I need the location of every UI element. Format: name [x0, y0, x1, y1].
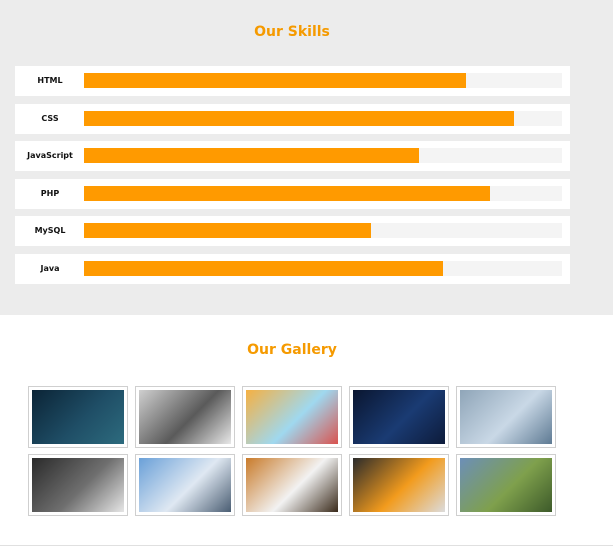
skill-progress-track	[84, 261, 562, 276]
open-book-photo	[246, 458, 338, 512]
skills-title: Our Skills	[254, 24, 330, 40]
gallery-thumbnail[interactable]	[349, 386, 449, 448]
skills-section: Our Skills HTML CSS JavaScript PHP MySQL Java	[0, 0, 613, 315]
skill-label: CSS	[41, 114, 59, 123]
skill-label: PHP	[40, 189, 60, 198]
green-valley-mountains-photo	[460, 458, 552, 512]
skill-progress-bar	[84, 223, 371, 238]
gallery-thumbnail[interactable]	[242, 454, 342, 516]
skill-progress-bar	[84, 111, 515, 126]
skill-progress-bar	[84, 148, 419, 163]
skill-row: PHP	[15, 179, 570, 209]
skill-row: JavaScript	[15, 141, 570, 171]
colored-pencils-photo	[246, 390, 338, 444]
gallery-thumbnail[interactable]	[349, 454, 449, 516]
skill-label: HTML	[37, 76, 63, 85]
agency-brochure-photo	[353, 458, 445, 512]
skill-row: HTML	[15, 66, 570, 96]
server-rack-photo	[32, 458, 124, 512]
skill-progress-track	[84, 73, 562, 88]
gallery-thumbnail[interactable]	[135, 386, 235, 448]
skill-progress-bar	[84, 186, 491, 201]
gallery-title: Our Gallery	[247, 342, 337, 358]
laptop-photo	[32, 390, 124, 444]
brochure-spread-photo	[139, 390, 231, 444]
gallery-thumbnail[interactable]	[456, 386, 556, 448]
skill-progress-track	[84, 111, 562, 126]
skill-progress-track	[84, 186, 562, 201]
gallery-thumbnail[interactable]	[135, 454, 235, 516]
skill-row: CSS	[15, 104, 570, 134]
cloud-network-photo	[460, 390, 552, 444]
skill-progress-track	[84, 148, 562, 163]
skill-row: MySQL	[15, 216, 570, 246]
skill-row: Java	[15, 254, 570, 284]
server-room-person-photo	[353, 390, 445, 444]
skill-progress-bar	[84, 261, 443, 276]
gallery-thumbnail[interactable]	[456, 454, 556, 516]
gallery-thumbnail[interactable]	[28, 386, 128, 448]
skill-progress-bar	[84, 73, 467, 88]
gallery-thumbnail[interactable]	[242, 386, 342, 448]
skill-label: Java	[40, 264, 60, 273]
skill-label: MySQL	[34, 226, 66, 235]
bottom-divider	[0, 545, 613, 546]
gallery-thumbnail[interactable]	[28, 454, 128, 516]
skill-progress-track	[84, 223, 562, 238]
snowy-mountains-photo	[139, 458, 231, 512]
skill-label: JavaScript	[27, 151, 73, 160]
